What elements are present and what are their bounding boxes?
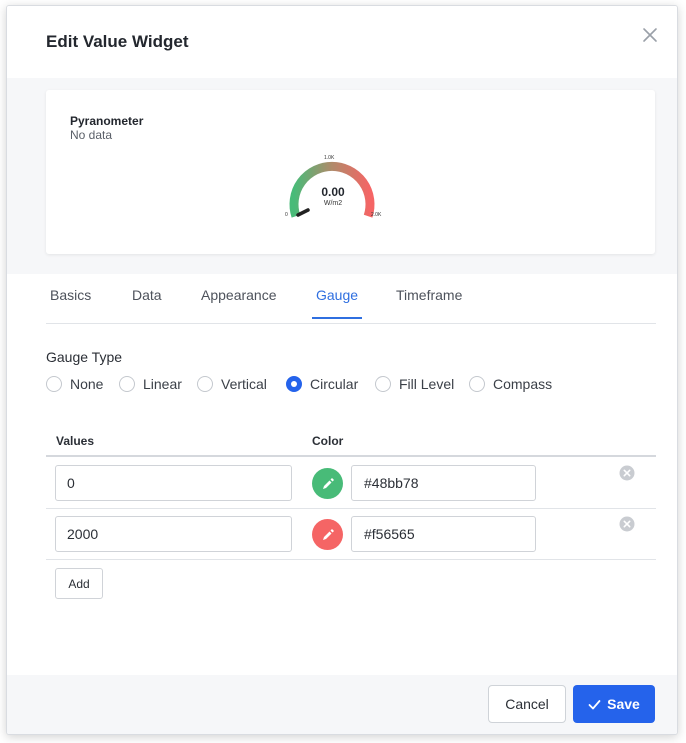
radio-linear[interactable]: Linear bbox=[119, 376, 182, 392]
gauge-needle bbox=[296, 208, 310, 217]
dialog-title: Edit Value Widget bbox=[46, 32, 189, 51]
radio-label: None bbox=[70, 376, 104, 392]
values-column-header: Values bbox=[56, 434, 95, 448]
radio-circular[interactable]: Circular bbox=[286, 376, 358, 392]
radio-circle bbox=[469, 376, 485, 392]
color-input[interactable] bbox=[351, 465, 536, 501]
radio-label: Compass bbox=[493, 376, 553, 392]
widget-preview-card: Pyranometer No data 1.0K 0 2.0K 0.00 W/m… bbox=[46, 90, 655, 254]
close-icon[interactable] bbox=[639, 24, 661, 46]
gauge-mid-label: 1.0K bbox=[324, 155, 335, 161]
gauge-min-label: 0 bbox=[285, 212, 288, 218]
values-table-header: Values Color bbox=[46, 425, 656, 457]
radio-label: Circular bbox=[310, 376, 359, 392]
radio-circle bbox=[46, 376, 62, 392]
eyedropper-icon[interactable] bbox=[312, 519, 343, 550]
edit-widget-dialog: Edit Value Widget Pyranometer No data 1.… bbox=[6, 5, 678, 735]
remove-circle-icon[interactable] bbox=[619, 465, 635, 481]
tab-gauge[interactable]: Gauge bbox=[312, 287, 363, 319]
save-button[interactable]: Save bbox=[573, 685, 655, 723]
radio-circle bbox=[197, 376, 213, 392]
circular-gauge: 1.0K 0 2.0K 0.00 W/m2 bbox=[278, 152, 388, 230]
dialog-header: Edit Value Widget bbox=[7, 6, 677, 78]
gauge-type-radio-group: None Linear Vertical Circular Fill Level… bbox=[46, 376, 646, 396]
radio-circle bbox=[286, 376, 302, 392]
gauge-type-label: Gauge Type bbox=[46, 349, 123, 365]
radio-circle bbox=[375, 376, 391, 392]
gauge-unit: W/m2 bbox=[323, 200, 343, 207]
table-row bbox=[46, 457, 656, 509]
widget-name: Pyranometer bbox=[70, 114, 144, 128]
radio-circle bbox=[119, 376, 135, 392]
tab-basics[interactable]: Basics bbox=[50, 287, 91, 317]
check-icon bbox=[588, 699, 601, 709]
tab-data[interactable]: Data bbox=[132, 287, 162, 317]
widget-status: No data bbox=[70, 128, 113, 142]
color-column-header: Color bbox=[312, 434, 344, 448]
remove-circle-icon[interactable] bbox=[619, 516, 635, 532]
tab-bar: Basics Data Appearance Gauge Timeframe bbox=[46, 284, 656, 324]
color-input[interactable] bbox=[351, 516, 536, 552]
cancel-button[interactable]: Cancel bbox=[488, 685, 566, 723]
add-row-button[interactable]: Add bbox=[55, 568, 103, 599]
value-input[interactable] bbox=[55, 516, 292, 552]
radio-label: Vertical bbox=[221, 376, 267, 392]
gauge-max-label: 2.0K bbox=[371, 212, 382, 218]
radio-label: Linear bbox=[143, 376, 182, 392]
radio-compass[interactable]: Compass bbox=[469, 376, 552, 392]
table-row bbox=[46, 508, 656, 560]
radio-vertical[interactable]: Vertical bbox=[197, 376, 267, 392]
save-label: Save bbox=[607, 696, 640, 712]
value-input[interactable] bbox=[55, 465, 292, 501]
radio-none[interactable]: None bbox=[46, 376, 103, 392]
tab-appearance[interactable]: Appearance bbox=[201, 287, 277, 317]
tab-timeframe[interactable]: Timeframe bbox=[396, 287, 462, 317]
eyedropper-icon[interactable] bbox=[312, 468, 343, 499]
radio-label: Fill Level bbox=[399, 376, 455, 392]
radio-fill-level[interactable]: Fill Level bbox=[375, 376, 454, 392]
gauge-value: 0.00 bbox=[321, 185, 345, 199]
